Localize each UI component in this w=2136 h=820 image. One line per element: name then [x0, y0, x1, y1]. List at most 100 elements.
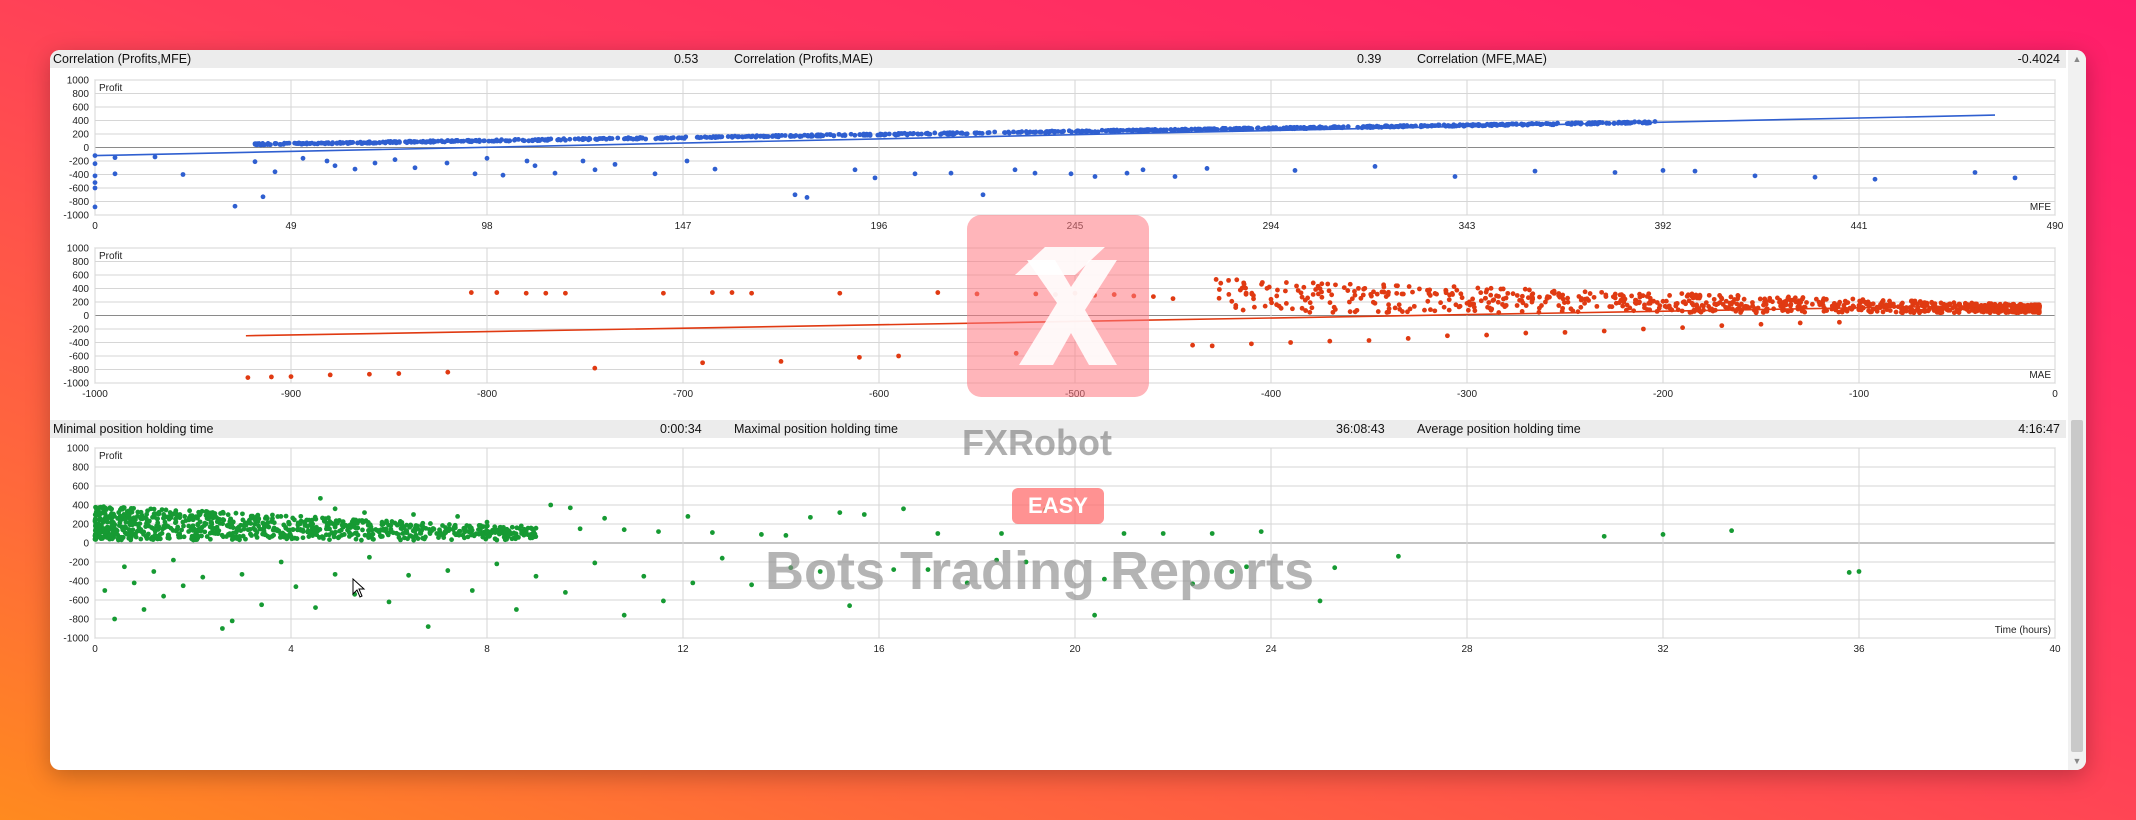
data-point: [1792, 295, 1798, 301]
data-point: [281, 522, 287, 528]
x-tick-label: 0: [2052, 389, 2058, 400]
data-point: [802, 132, 807, 138]
data-point: [271, 532, 277, 538]
data-point: [621, 136, 627, 142]
data-point: [1361, 286, 1367, 292]
data-point: [1850, 296, 1856, 302]
x-tick-label: 20: [1069, 644, 1081, 655]
data-point: [935, 290, 941, 295]
data-point: [1993, 308, 1999, 314]
data-point: [824, 132, 830, 137]
data-point: [1954, 307, 1960, 312]
scrollbar-thumb[interactable]: [2071, 420, 2083, 752]
data-point: [1229, 569, 1235, 574]
data-point: [92, 161, 98, 167]
data-point: [974, 291, 980, 297]
data-point: [1326, 288, 1332, 294]
data-point: [352, 530, 358, 536]
y-tick-label: -400: [69, 338, 89, 349]
scroll-down-icon[interactable]: ▼: [2071, 755, 2083, 767]
data-point: [1133, 127, 1139, 133]
data-point: [1578, 304, 1584, 310]
data-point: [1333, 282, 1338, 288]
data-point: [445, 369, 451, 375]
data-point: [92, 533, 98, 538]
data-point: [690, 580, 696, 586]
data-point: [1282, 288, 1288, 294]
data-point: [1488, 292, 1494, 298]
data-point: [1591, 294, 1597, 300]
data-point: [1302, 297, 1308, 303]
data-point: [986, 130, 992, 135]
data-point: [1145, 127, 1151, 132]
data-point: [212, 514, 218, 520]
data-point: [1152, 127, 1158, 132]
scroll-up-icon[interactable]: ▲: [2071, 53, 2083, 65]
data-point: [332, 506, 338, 512]
data-point: [132, 515, 138, 521]
data-point: [548, 502, 554, 508]
data-point: [901, 506, 906, 512]
data-point: [195, 533, 201, 539]
data-point: [1024, 130, 1030, 136]
data-point: [1240, 307, 1246, 313]
data-point: [1523, 330, 1529, 336]
data-point: [1190, 342, 1195, 348]
data-point: [1013, 350, 1019, 356]
data-point: [1274, 302, 1279, 308]
data-point: [1329, 292, 1335, 298]
y-tick-label: 200: [72, 298, 89, 309]
data-point: [1501, 296, 1506, 302]
data-point: [1529, 298, 1535, 304]
data-point: [254, 514, 260, 520]
x-axis-label: Time (hours): [1995, 625, 2051, 636]
data-point: [243, 536, 248, 542]
data-point: [1347, 299, 1352, 305]
y-tick-label: -200: [69, 325, 89, 336]
x-axis-label: MAE: [2029, 370, 2051, 381]
y-tick-label: 600: [72, 103, 89, 114]
data-point: [134, 521, 140, 527]
data-point: [1757, 296, 1763, 302]
avg-holding-label: Average position holding time: [1417, 422, 1581, 436]
data-point: [1381, 289, 1387, 295]
data-point: [1205, 126, 1211, 132]
data-point: [1249, 291, 1255, 297]
data-point: [1637, 299, 1642, 305]
data-point: [300, 535, 306, 541]
data-point: [1002, 130, 1007, 136]
data-point: [92, 173, 98, 179]
data-point: [1445, 333, 1450, 339]
data-point: [719, 555, 725, 561]
data-point: [225, 512, 231, 518]
data-point: [248, 531, 253, 537]
data-point: [411, 139, 417, 144]
data-point: [1386, 302, 1391, 308]
data-point: [389, 519, 395, 524]
data-point: [1262, 303, 1268, 309]
data-point: [1505, 290, 1511, 296]
data-point: [1817, 302, 1823, 308]
data-point: [162, 519, 168, 525]
y-tick-label: 1000: [67, 244, 90, 255]
data-point: [444, 527, 450, 533]
data-point: [93, 504, 98, 510]
vertical-scrollbar[interactable]: ▲ ▼: [2068, 50, 2086, 770]
data-point: [556, 137, 561, 142]
data-point: [1753, 310, 1759, 316]
data-point: [935, 531, 941, 536]
data-point: [109, 524, 114, 529]
data-point: [506, 533, 511, 538]
data-point: [1490, 298, 1496, 303]
data-point: [2026, 308, 2032, 314]
data-point: [405, 536, 410, 542]
data-point: [151, 526, 157, 532]
data-point: [1375, 309, 1381, 314]
data-point: [180, 172, 186, 177]
data-point: [306, 529, 312, 535]
data-point: [478, 527, 483, 532]
data-point: [1249, 341, 1254, 347]
data-point: [340, 140, 346, 145]
data-point: [1741, 296, 1747, 302]
data-point: [905, 131, 911, 137]
